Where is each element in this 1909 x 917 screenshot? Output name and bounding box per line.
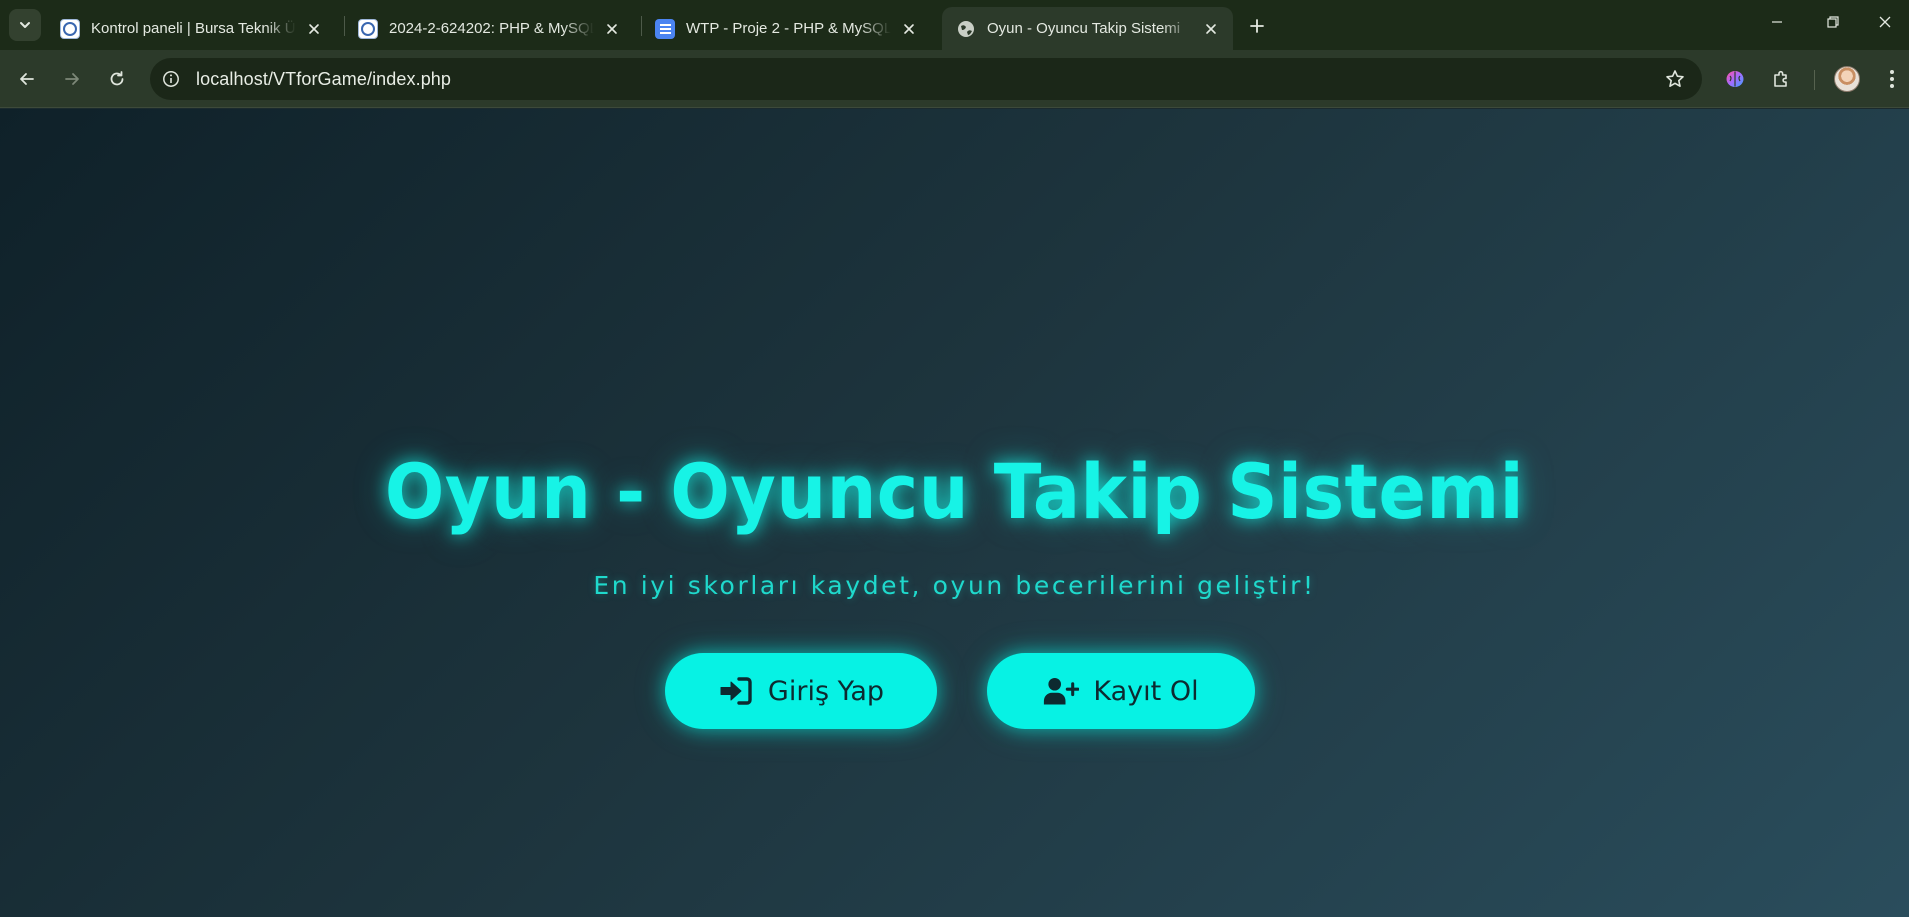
extension-brain-button[interactable] [1719, 63, 1751, 95]
sign-in-icon [718, 675, 754, 707]
bookmark-button[interactable] [1662, 66, 1688, 92]
moodle-icon [358, 18, 378, 39]
reload-button[interactable] [100, 62, 134, 96]
toolbar-divider [1814, 70, 1815, 90]
profile-avatar[interactable] [1834, 66, 1860, 92]
close-icon[interactable] [1199, 17, 1223, 41]
restore-icon [1827, 16, 1839, 28]
moodle-icon [60, 18, 80, 39]
page-title: Oyun - Oyuncu Takip Sistemi [384, 447, 1525, 536]
tab-php-mysql-course[interactable]: 2024-2-624202: PHP & MySQL [344, 7, 634, 50]
arrow-right-icon [65, 73, 79, 85]
chevron-down-icon [20, 22, 30, 28]
tab-title: WTP - Proje 2 - PHP & MySQL [686, 20, 891, 37]
register-button-label: Kayıt Ol [1093, 675, 1199, 707]
close-icon[interactable] [600, 17, 624, 41]
tab-title: Oyun - Oyuncu Takip Sistemi [987, 20, 1181, 37]
login-button[interactable]: Giriş Yap [665, 653, 937, 729]
browser-menu-button[interactable] [1876, 63, 1908, 95]
google-docs-icon [655, 18, 675, 39]
tab-strip: Kontrol paneli | Bursa Teknik Üni 2024-2… [0, 0, 1909, 50]
new-tab-button[interactable] [1243, 12, 1271, 40]
browser-toolbar: localhost/VTforGame/index.php [0, 50, 1909, 108]
landing-page: Oyun - Oyuncu Takip Sistemi En iyi skorl… [0, 109, 1909, 917]
tab-wtp-proje-2[interactable]: WTP - Proje 2 - PHP & MySQL [641, 7, 931, 50]
tab-title: 2024-2-624202: PHP & MySQL [389, 20, 594, 37]
close-window-button[interactable] [1861, 0, 1909, 44]
more-vertical-icon [1890, 70, 1894, 88]
arrow-left-icon [20, 73, 34, 85]
restore-button[interactable] [1805, 0, 1861, 44]
reload-icon [110, 71, 124, 86]
address-bar[interactable]: localhost/VTforGame/index.php [150, 58, 1702, 100]
site-info-button[interactable] [156, 64, 186, 94]
close-icon[interactable] [302, 17, 326, 41]
close-icon [1879, 16, 1891, 28]
page-subtitle: En iyi skorları kaydet, oyun becerilerin… [593, 571, 1316, 600]
url-text: localhost/VTforGame/index.php [196, 68, 452, 89]
plus-icon [1250, 19, 1264, 33]
puzzle-icon [1774, 70, 1787, 87]
tab-search-button[interactable] [9, 9, 41, 41]
globe-icon [956, 19, 976, 39]
user-plus-icon [1043, 675, 1080, 707]
brain-icon [1726, 71, 1744, 87]
minimize-button[interactable] [1749, 0, 1805, 44]
tab-kontrol-paneli[interactable]: Kontrol paneli | Bursa Teknik Üni [46, 7, 336, 50]
extensions-button[interactable] [1765, 63, 1797, 95]
tab-oyun-takip-active[interactable]: Oyun - Oyuncu Takip Sistemi [942, 7, 1233, 50]
tab-title: Kontrol paneli | Bursa Teknik Üni [91, 20, 296, 37]
register-button[interactable]: Kayıt Ol [987, 653, 1255, 729]
forward-button[interactable] [55, 62, 89, 96]
info-icon [163, 71, 179, 87]
login-button-label: Giriş Yap [767, 675, 885, 707]
star-icon [1666, 70, 1684, 87]
back-button[interactable] [10, 62, 44, 96]
minimize-icon [1772, 21, 1782, 23]
close-icon[interactable] [897, 17, 921, 41]
